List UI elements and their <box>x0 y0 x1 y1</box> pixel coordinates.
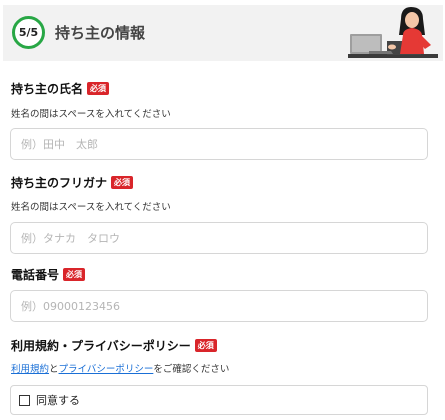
owner-name-label: 持ち主の氏名 必須 <box>11 80 110 97</box>
required-badge: 必須 <box>111 176 134 189</box>
step-text: 5/5 <box>18 26 39 39</box>
privacy-policy-link[interactable]: プライバシーポリシー <box>59 364 154 375</box>
agree-label: 同意する <box>36 394 80 407</box>
agree-checkbox-row[interactable]: 同意する <box>10 385 428 415</box>
required-badge: 必須 <box>87 82 110 95</box>
owner-kana-label: 持ち主のフリガナ 必須 <box>11 174 134 191</box>
phone-input[interactable] <box>10 290 428 322</box>
required-badge: 必須 <box>63 268 86 281</box>
terms-label: 利用規約・プライバシーポリシー 必須 <box>11 337 217 354</box>
phone-label-text: 電話番号 <box>11 268 60 282</box>
terms-suffix: をご確認ください <box>153 364 230 375</box>
terms-link[interactable]: 利用規約 <box>11 364 49 375</box>
phone-label: 電話番号 必須 <box>11 266 86 283</box>
page-title: 持ち主の情報 <box>55 24 146 42</box>
owner-name-help: 姓名の間はスペースを入れてください <box>11 109 171 120</box>
owner-kana-help: 姓名の間はスペースを入れてください <box>11 202 171 213</box>
owner-name-input[interactable] <box>10 128 428 160</box>
required-badge: 必須 <box>194 339 217 352</box>
terms-description: 利用規約とプライバシーポリシーをご確認ください <box>11 361 229 375</box>
owner-kana-input[interactable] <box>10 222 428 254</box>
woman-with-laptop-illustration <box>348 7 438 58</box>
terms-connector: と <box>49 364 59 375</box>
terms-label-text: 利用規約・プライバシーポリシー <box>11 339 191 353</box>
owner-name-label-text: 持ち主の氏名 <box>11 82 84 96</box>
checkbox[interactable] <box>19 394 30 406</box>
owner-kana-label-text: 持ち主のフリガナ <box>11 176 108 190</box>
step-indicator: 5/5 <box>12 16 45 49</box>
